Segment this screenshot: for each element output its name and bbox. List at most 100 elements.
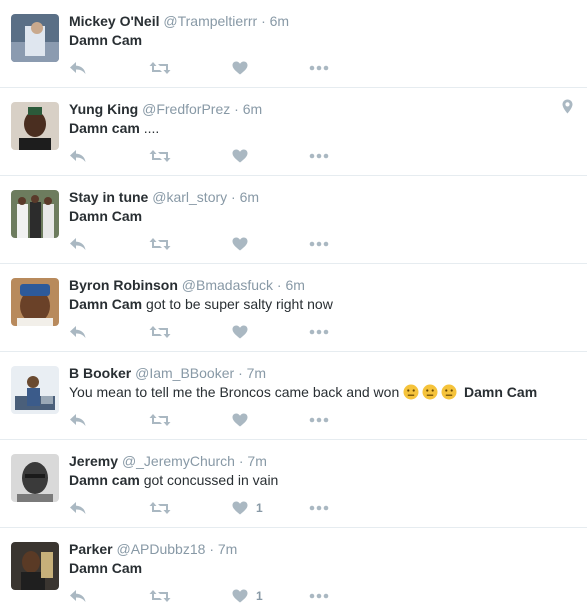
- retweet-button[interactable]: [149, 588, 171, 604]
- like-button[interactable]: [232, 324, 256, 340]
- retweet-button[interactable]: [149, 236, 171, 252]
- more-button[interactable]: [309, 588, 329, 604]
- tweet-actions: [69, 60, 339, 76]
- like-button[interactable]: [232, 148, 256, 164]
- tweet-header: Mickey O'Neil @Trampeltierrr · 6m: [69, 12, 289, 30]
- timestamp[interactable]: 7m: [247, 365, 266, 381]
- username[interactable]: @APDubbz18: [116, 541, 205, 557]
- username[interactable]: @Bmadasfuck: [182, 277, 273, 293]
- tweet-text-bold: Damn Cam: [464, 384, 538, 400]
- avatar[interactable]: [11, 454, 59, 502]
- display-name[interactable]: Jeremy: [69, 453, 118, 469]
- like-button[interactable]: [232, 236, 256, 252]
- more-dots-icon: [309, 153, 329, 159]
- display-name[interactable]: Mickey O'Neil: [69, 13, 159, 29]
- more-button[interactable]: [309, 412, 329, 428]
- timestamp[interactable]: 7m: [247, 453, 266, 469]
- tweet[interactable]: Jeremy @_JeremyChurch · 7m Damn cam got …: [0, 440, 587, 528]
- tweet-header: B Booker @Iam_BBooker · 7m: [69, 364, 266, 382]
- reply-button[interactable]: [69, 324, 87, 340]
- reply-icon: [69, 501, 87, 515]
- tweet-text-bold: Damn Cam: [69, 32, 143, 48]
- more-button[interactable]: [309, 148, 329, 164]
- neutral-face-emoji: [403, 384, 419, 400]
- like-button[interactable]: 1: [232, 500, 263, 516]
- tweet-text-bold: Damn Cam: [69, 296, 143, 312]
- tweet-text: Damn Cam: [69, 559, 142, 577]
- username[interactable]: @karl_story: [152, 189, 227, 205]
- retweet-button[interactable]: [149, 60, 171, 76]
- more-button[interactable]: [309, 324, 329, 340]
- tweet-header: Yung King @FredforPrez · 6m: [69, 100, 262, 118]
- timestamp[interactable]: 7m: [218, 541, 237, 557]
- retweet-icon: [149, 237, 171, 251]
- tweet-actions: 1: [69, 588, 339, 604]
- tweet-actions: [69, 412, 339, 428]
- tweet[interactable]: Mickey O'Neil @Trampeltierrr · 6m Damn C…: [0, 0, 587, 88]
- tweet-actions: 1: [69, 500, 339, 516]
- more-button[interactable]: [309, 500, 329, 516]
- tweet-text-bold: Damn Cam: [69, 560, 143, 576]
- heart-icon: [232, 149, 248, 163]
- display-name[interactable]: Yung King: [69, 101, 138, 117]
- retweet-icon: [149, 325, 171, 339]
- username[interactable]: @FredforPrez: [142, 101, 230, 117]
- avatar[interactable]: [11, 278, 59, 326]
- like-button[interactable]: 1: [232, 588, 263, 604]
- heart-icon: [232, 237, 248, 251]
- display-name[interactable]: Parker: [69, 541, 113, 557]
- more-button[interactable]: [309, 236, 329, 252]
- username[interactable]: @Trampeltierrr: [163, 13, 257, 29]
- tweet-text: Damn cam ....: [69, 119, 159, 137]
- tweet[interactable]: B Booker @Iam_BBooker · 7m You mean to t…: [0, 352, 587, 440]
- username[interactable]: @_JeremyChurch: [122, 453, 235, 469]
- reply-button[interactable]: [69, 148, 87, 164]
- heart-icon: [232, 325, 248, 339]
- tweet-header: Byron Robinson @Bmadasfuck · 6m: [69, 276, 305, 294]
- tweet[interactable]: Byron Robinson @Bmadasfuck · 6m Damn Cam…: [0, 264, 587, 352]
- tweet[interactable]: Parker @APDubbz18 · 7m Damn Cam 1: [0, 528, 587, 616]
- reply-button[interactable]: [69, 588, 87, 604]
- reply-button[interactable]: [69, 236, 87, 252]
- timestamp[interactable]: 6m: [270, 13, 289, 29]
- timestamp[interactable]: 6m: [240, 189, 259, 205]
- username[interactable]: @Iam_BBooker: [135, 365, 234, 381]
- neutral-face-emoji: [441, 384, 457, 400]
- reply-button[interactable]: [69, 412, 87, 428]
- reply-button[interactable]: [69, 60, 87, 76]
- avatar[interactable]: [11, 190, 59, 238]
- tweet-text: Damn cam got concussed in vain: [69, 471, 278, 489]
- tweet-text: You mean to tell me the Broncos came bac…: [69, 383, 537, 401]
- retweet-button[interactable]: [149, 148, 171, 164]
- neutral-face-emoji: [422, 384, 438, 400]
- timestamp[interactable]: 6m: [285, 277, 304, 293]
- like-button[interactable]: [232, 60, 256, 76]
- location-pin-icon[interactable]: [562, 99, 573, 119]
- like-button[interactable]: [232, 412, 256, 428]
- tweet-header: Parker @APDubbz18 · 7m: [69, 540, 237, 558]
- display-name[interactable]: Byron Robinson: [69, 277, 178, 293]
- tweet-header: Stay in tune @karl_story · 6m: [69, 188, 259, 206]
- more-dots-icon: [309, 593, 329, 599]
- retweet-icon: [149, 501, 171, 515]
- retweet-button[interactable]: [149, 324, 171, 340]
- avatar[interactable]: [11, 102, 59, 150]
- avatar[interactable]: [11, 14, 59, 62]
- display-name[interactable]: Stay in tune: [69, 189, 148, 205]
- reply-button[interactable]: [69, 500, 87, 516]
- tweet-text-pre: You mean to tell me the Broncos came bac…: [69, 384, 404, 400]
- avatar[interactable]: [11, 366, 59, 414]
- more-dots-icon: [309, 505, 329, 511]
- reply-icon: [69, 589, 87, 603]
- retweet-button[interactable]: [149, 500, 171, 516]
- tweet[interactable]: Stay in tune @karl_story · 6m Damn Cam: [0, 176, 587, 264]
- heart-icon: [232, 501, 248, 515]
- retweet-button[interactable]: [149, 412, 171, 428]
- retweet-icon: [149, 413, 171, 427]
- more-button[interactable]: [309, 60, 329, 76]
- tweet[interactable]: Yung King @FredforPrez · 6m Damn cam ...…: [0, 88, 587, 176]
- avatar[interactable]: [11, 542, 59, 590]
- display-name[interactable]: B Booker: [69, 365, 131, 381]
- more-dots-icon: [309, 65, 329, 71]
- timestamp[interactable]: 6m: [243, 101, 262, 117]
